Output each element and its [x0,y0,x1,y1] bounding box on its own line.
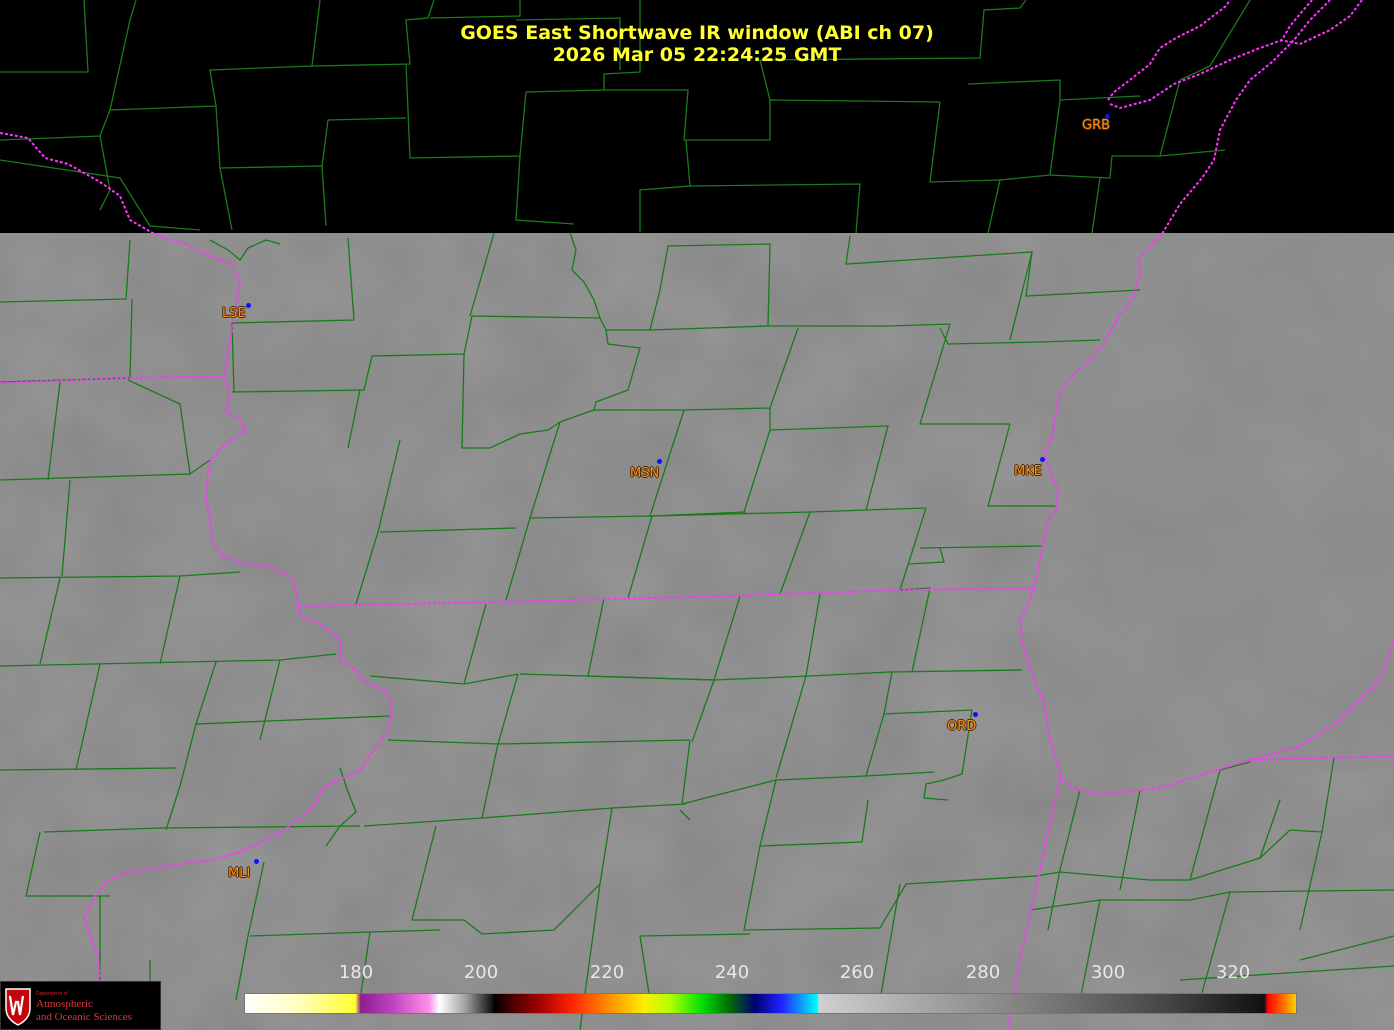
city-dot-mke [1040,457,1045,462]
temperature-colorbar [244,993,1297,1014]
colorbar-tick: 280 [965,962,1001,983]
city-dot-ord [973,712,978,717]
city-label-ord: ORD [947,719,977,734]
city-dot-mli [254,859,259,864]
city-dot-lse [246,303,251,308]
city-label-mke: MKE [1014,464,1042,479]
logo-dept-text: Department of [36,991,68,997]
logo-line1: Atmospheric [36,998,93,1010]
uw-crest-icon [5,988,31,1026]
satellite-viewer: GOES East Shortwave IR window (ABI ch 07… [0,0,1394,1030]
city-label-grb: GRB [1082,118,1111,133]
colorbar-tick: 220 [589,962,625,983]
city-dot-msn [657,459,662,464]
colorbar-tick: 240 [714,962,750,983]
city-label-msn: MSN [630,466,660,481]
city-label-mli: MLI [228,866,251,881]
image-title: GOES East Shortwave IR window (ABI ch 07… [460,22,934,44]
city-label-lse: LSE [222,306,246,321]
colorbar-tick: 320 [1215,962,1251,983]
colorbar-tick: 180 [338,962,374,983]
logo-line2: and Oceanic Sciences [36,1011,132,1023]
ir-satellite-map [0,0,1394,1030]
ir-imagery [0,233,1394,1030]
aos-logo: Department of Atmospheric and Oceanic Sc… [0,981,161,1030]
colorbar-tick: 260 [839,962,875,983]
colorbar-tick: 200 [463,962,499,983]
image-timestamp: 2026 Mar 05 22:24:25 GMT [552,44,842,66]
colorbar-tick: 300 [1090,962,1126,983]
